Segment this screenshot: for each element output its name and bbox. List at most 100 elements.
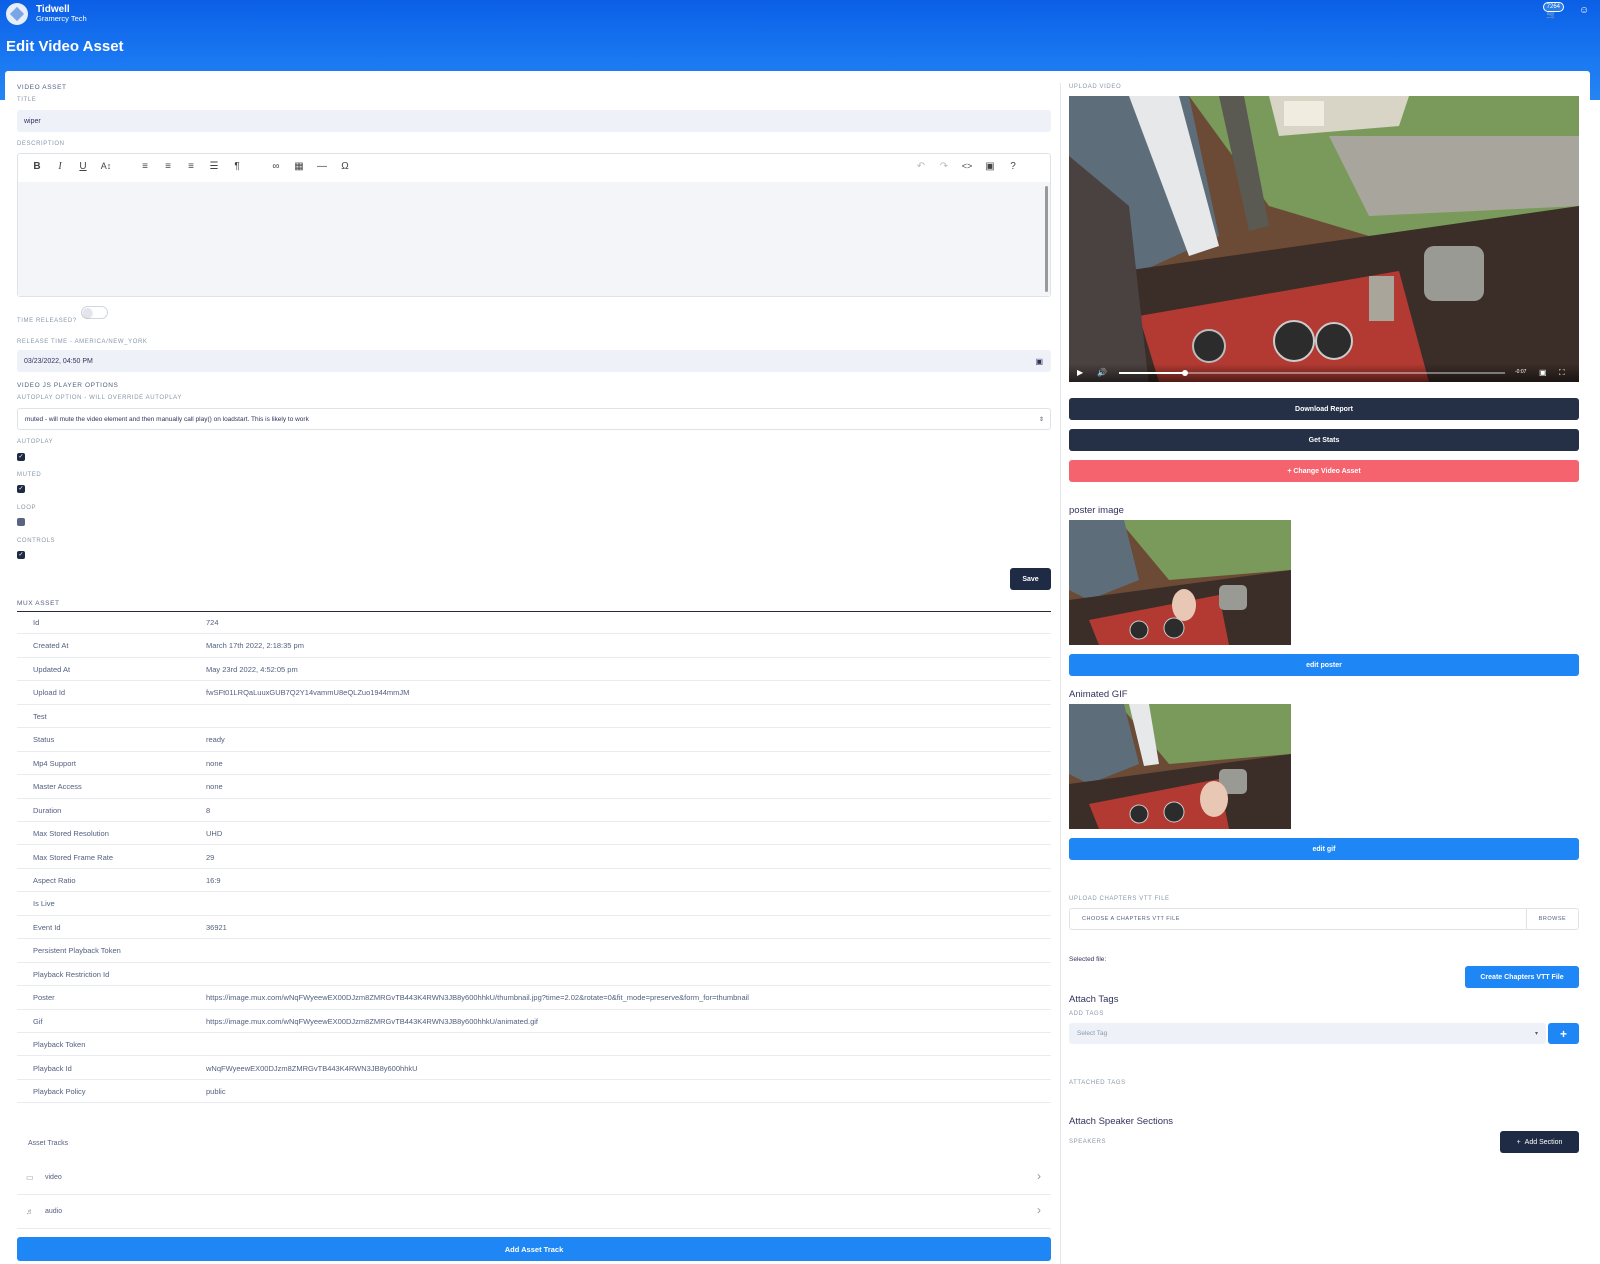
row-value: May 23rd 2022, 4:52:05 pm	[206, 664, 298, 674]
get-stats-button[interactable]: Get Stats	[1069, 429, 1579, 451]
play-icon[interactable]: ▶	[1077, 368, 1083, 377]
row-key: Max Stored Frame Rate	[33, 852, 114, 862]
player-options-label: VIDEO JS PLAYER OPTIONS	[17, 382, 119, 389]
row-key: Updated At	[33, 664, 71, 674]
row-value: none	[206, 782, 223, 792]
table-row: Playback Id wNqFWyeewEX00DJzm8ZMRGvTB443K…	[17, 1057, 1051, 1080]
download-report-button[interactable]: Download Report	[1069, 398, 1579, 420]
add-section-label: Add Section	[1524, 1138, 1563, 1146]
tag-select[interactable]: Select Tag ▾	[1069, 1023, 1546, 1044]
horizontal-rule-icon[interactable]: —	[315, 161, 329, 172]
video-controls: ▶ 🔊 -0:07 ▣ ⛶	[1069, 364, 1579, 382]
volume-icon[interactable]: 🔊	[1097, 368, 1107, 377]
chevron-right-icon[interactable]: ›	[1037, 1203, 1041, 1217]
page-title: Edit Video Asset	[6, 38, 124, 55]
plus-icon: +	[1516, 1138, 1521, 1146]
release-time-label: RELEASE TIME - AMERICA/NEW_YORK	[17, 339, 148, 345]
table-row: Mp4 Support none	[17, 752, 1051, 776]
create-chapters-button[interactable]: Create Chapters VTT File	[1465, 966, 1579, 988]
video-player[interactable]: ▶ 🔊 -0:07 ▣ ⛶	[1069, 96, 1579, 382]
special-char-icon[interactable]: Ω	[338, 161, 352, 172]
autoplay-option-select[interactable]: muted - will mute the video element and …	[17, 408, 1051, 430]
video-progress[interactable]	[1119, 370, 1505, 376]
row-value: none	[206, 758, 223, 768]
selected-file-label: Selected file:	[1069, 956, 1107, 963]
add-asset-track-button[interactable]: Add Asset Track	[17, 1237, 1051, 1261]
row-value: public	[206, 1087, 226, 1096]
font-size-icon[interactable]: A↕	[99, 161, 113, 171]
align-center-icon[interactable]: ≡	[161, 161, 175, 172]
video-frame	[1069, 96, 1579, 382]
calendar-icon[interactable]: ▣	[1035, 357, 1043, 366]
title-input[interactable]: wiper	[17, 110, 1051, 132]
release-time-input[interactable]: 03/23/2022, 04:50 PM ▣	[17, 350, 1051, 372]
browse-button[interactable]: BROWSE	[1526, 909, 1578, 929]
table-row: Duration 8	[17, 799, 1051, 822]
controls-checkbox[interactable]: ✓	[17, 551, 25, 559]
align-left-icon[interactable]: ≡	[138, 161, 152, 172]
video-progress-knob[interactable]	[1181, 370, 1188, 376]
row-key: Test	[33, 711, 47, 721]
save-button[interactable]: Save	[1010, 568, 1051, 590]
change-video-asset-button[interactable]: + Change Video Asset	[1069, 460, 1579, 482]
attach-tags-heading: Attach Tags	[1069, 994, 1119, 1005]
chevron-right-icon[interactable]: ›	[1037, 1169, 1041, 1183]
gif-heading: Animated GIF	[1069, 689, 1128, 700]
chevron-down-icon: ▾	[1534, 1031, 1538, 1037]
time-released-toggle[interactable]	[81, 306, 108, 319]
align-justify-icon[interactable]: ☰	[207, 161, 221, 172]
row-key: Playback Restriction Id	[33, 969, 110, 979]
editor-toolbar: B I U A↕ ≡ ≡ ≡ ☰ ¶ ∞ ▦ — Ω ↶ ↷ <> ▣ ?	[18, 154, 1050, 182]
link-icon[interactable]: ∞	[269, 161, 283, 172]
table-row: Id 724	[17, 611, 1051, 635]
code-view-icon[interactable]: <>	[960, 161, 974, 171]
italic-icon[interactable]: I	[53, 161, 67, 172]
editor-scrollbar[interactable]	[1045, 186, 1048, 292]
upload-video-label: UPLOAD VIDEO	[1069, 84, 1122, 90]
picture-in-picture-icon[interactable]: ▣	[1539, 368, 1547, 377]
brand[interactable]: Tidwell Gramercy Tech	[6, 3, 87, 25]
table-row: Upload Id fwSFt01LRQaLuuxGUB7Q2Y14vammU8e…	[17, 681, 1051, 705]
row-key: Upload Id	[33, 688, 66, 698]
select-caret-icon: ⇕	[1038, 416, 1044, 423]
add-tag-button[interactable]: +	[1548, 1023, 1579, 1044]
edit-poster-button[interactable]: edit poster	[1069, 654, 1579, 676]
user-icon[interactable]: ☺	[1579, 5, 1589, 16]
muted-checkbox[interactable]: ✓	[17, 485, 25, 493]
chapters-file-input[interactable]: CHOOSE A CHAPTERS VTT FILE BROWSE	[1069, 908, 1579, 930]
row-key: Playback Id	[33, 1063, 72, 1073]
loop-checkbox[interactable]	[17, 518, 25, 526]
fullscreen-icon[interactable]: ▣	[983, 161, 997, 172]
row-key: Persistent Playback Token	[33, 946, 121, 956]
fullscreen-icon[interactable]: ⛶	[1559, 368, 1565, 378]
help-icon[interactable]: ?	[1006, 161, 1020, 172]
notifications-button[interactable]: 🛒 7264	[1542, 2, 1564, 20]
table-row: Is Live	[17, 892, 1051, 916]
speakers-label: SPEAKERS	[1069, 1139, 1107, 1145]
brand-logo-icon	[6, 3, 28, 25]
track-row-video[interactable]: ▭ video ›	[17, 1161, 1051, 1195]
bold-icon[interactable]: B	[30, 161, 44, 172]
redo-icon[interactable]: ↷	[937, 161, 951, 172]
underline-icon[interactable]: U	[76, 161, 90, 172]
edit-gif-button[interactable]: edit gif	[1069, 838, 1579, 860]
table-row: Aspect Ratio 16:9	[17, 869, 1051, 893]
autoplay-option-label: AUTOPLAY OPTION - WILL OVERRIDE AUTOPLAY	[17, 395, 182, 401]
align-right-icon[interactable]: ≡	[184, 161, 198, 172]
table-row: Updated At May 23rd 2022, 4:52:05 pm	[17, 658, 1051, 682]
description-textarea[interactable]	[18, 182, 1050, 296]
track-row-audio[interactable]: ♬ audio ›	[17, 1195, 1051, 1229]
row-value: 724	[206, 618, 219, 627]
row-value: fwSFt01LRQaLuuxGUB7Q2Y14vammU8eQLZuo1944…	[206, 688, 410, 698]
table-row: Playback Restriction Id	[17, 963, 1051, 987]
controls-label: CONTROLS	[17, 538, 56, 544]
row-key: Created At	[33, 641, 69, 651]
table-icon[interactable]: ▦	[292, 161, 306, 172]
tag-select-placeholder: Select Tag	[1077, 1030, 1108, 1037]
video-asset-label: VIDEO ASSET	[17, 84, 67, 91]
undo-icon[interactable]: ↶	[914, 161, 928, 172]
autoplay-checkbox[interactable]: ✓	[17, 453, 25, 461]
add-section-button[interactable]: + Add Section	[1500, 1131, 1579, 1153]
column-divider	[1060, 83, 1061, 1264]
paragraph-icon[interactable]: ¶	[230, 161, 244, 172]
